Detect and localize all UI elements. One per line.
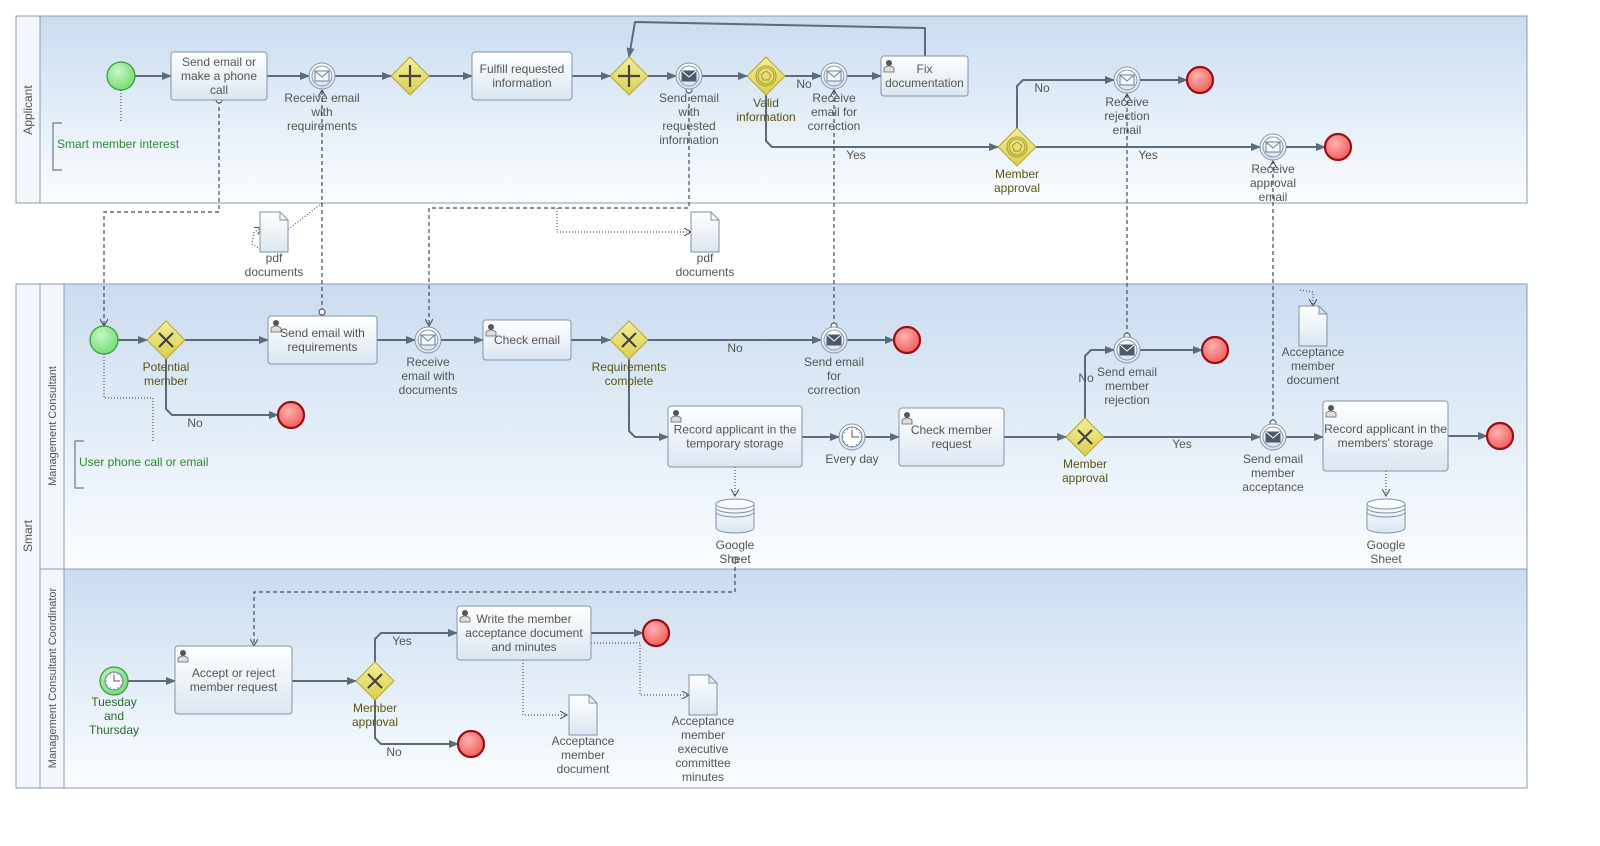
- end-event-circle: [641, 618, 671, 648]
- node-label: Member approval: [352, 701, 398, 729]
- end-event-circle: [276, 400, 306, 430]
- pdf2-data-object[interactable]: pdf documents: [676, 211, 735, 279]
- pdf1-data-object[interactable]: pdf documents: [245, 211, 304, 279]
- a-start-start-event[interactable]: [106, 61, 136, 91]
- flow-label-valid-yes: Yes: [846, 148, 866, 162]
- c-check-email-user-task[interactable]: Check email: [482, 319, 572, 361]
- flow-label-valid-no: No: [796, 77, 812, 91]
- clock-icon: [104, 671, 124, 691]
- pool-label-applicant: Applicant: [21, 85, 35, 135]
- node-label: Send email member rejection: [1097, 365, 1157, 407]
- node-label: Send email member acceptance: [1242, 452, 1304, 494]
- flow-label-a-approval-yes: Yes: [1138, 148, 1158, 162]
- annotation-text: Smart member interest: [57, 137, 180, 151]
- node-label: Google Sheet: [1367, 538, 1406, 566]
- end-event-circle: [1185, 65, 1215, 95]
- document-icon: [259, 211, 289, 253]
- task-label: Check email: [494, 333, 560, 347]
- task-label: Record applicant in the temporary storage: [674, 423, 797, 451]
- a-fix-user-task[interactable]: Fix documentation: [880, 55, 969, 97]
- flow-label-c-approval-yes: Yes: [1172, 437, 1192, 451]
- node-label: Member approval: [994, 167, 1040, 195]
- node-label: Potential member: [143, 360, 190, 388]
- c-start-start-event[interactable]: [89, 325, 119, 355]
- association: [556, 208, 691, 232]
- node-label: Receive email for correction: [808, 91, 861, 133]
- task-label: Send email with requirements: [280, 326, 365, 354]
- task-label: Record applicant in the members' storage: [1324, 422, 1447, 450]
- end-event-circle: [456, 729, 486, 759]
- annotation-text: User phone call or email: [79, 455, 208, 469]
- a-send-contact-task[interactable]: Send email or make a phone call: [170, 51, 268, 101]
- k-end-no-end-event[interactable]: [456, 729, 486, 759]
- k-accept-user-task[interactable]: Accept or reject member request: [174, 645, 293, 715]
- end-event-circle: [1200, 335, 1230, 365]
- a-fulfill-task[interactable]: Fulfill requested information: [471, 51, 573, 101]
- end-event-circle: [1323, 132, 1353, 162]
- c-end-no-end-event[interactable]: [276, 400, 306, 430]
- node-label: pdf documents: [676, 251, 735, 279]
- k-end-yes-end-event[interactable]: [641, 618, 671, 648]
- node-label: Google Sheet: [716, 538, 755, 566]
- node-label: Member approval: [1062, 457, 1108, 485]
- node-label: pdf documents: [245, 251, 304, 279]
- clock-icon: [841, 426, 863, 448]
- c-end-final-end-event[interactable]: [1485, 421, 1515, 451]
- c-check-req-user-task[interactable]: Check member request: [898, 407, 1005, 467]
- start-event-circle: [106, 61, 136, 91]
- flow-label-c-approval-no: No: [1078, 371, 1094, 385]
- pool-label-smart: Smart: [21, 519, 35, 552]
- node-label: Send email with requested information: [659, 91, 719, 147]
- c-end-rej-end-event[interactable]: [1200, 335, 1230, 365]
- bpmn-diagram: Applicant Smart Management Consultant Ma…: [0, 0, 1600, 846]
- task-label: Fulfill requested information: [480, 62, 565, 90]
- end-event-circle: [1485, 421, 1515, 451]
- flow-label-req-no: No: [727, 341, 743, 355]
- a-end-appr-end-event[interactable]: [1323, 132, 1353, 162]
- end-event-circle: [892, 325, 922, 355]
- k-write-user-task[interactable]: Write the member acceptance document and m…: [456, 605, 592, 661]
- lane-label-coordinator: Management Consultant Coordinator: [47, 587, 59, 768]
- c-record-temp-user-task[interactable]: Record applicant in the temporary storage: [667, 405, 803, 468]
- flow-label-potential-no: No: [187, 416, 203, 430]
- c-end-corr-end-event[interactable]: [892, 325, 922, 355]
- diagram-canvas: Applicant Smart Management Consultant Ma…: [15, 15, 1528, 789]
- flow-label-k-no: No: [386, 745, 402, 759]
- task-label: Accept or reject member request: [190, 666, 278, 694]
- start-event-circle: [89, 325, 119, 355]
- a-end-rej-end-event[interactable]: [1185, 65, 1215, 95]
- node-label: Receive email with documents: [399, 355, 458, 397]
- c-send-req-user-task[interactable]: Send email with requirements: [267, 315, 378, 365]
- node-label: Every day: [825, 452, 878, 466]
- lane-label-consultant: Management Consultant: [47, 366, 59, 486]
- document-icon: [690, 211, 720, 253]
- flow-label-a-approval-no: No: [1034, 81, 1050, 95]
- flow-label-k-yes: Yes: [392, 634, 412, 648]
- c-record-members-user-task[interactable]: Record applicant in the members' storage: [1322, 400, 1449, 472]
